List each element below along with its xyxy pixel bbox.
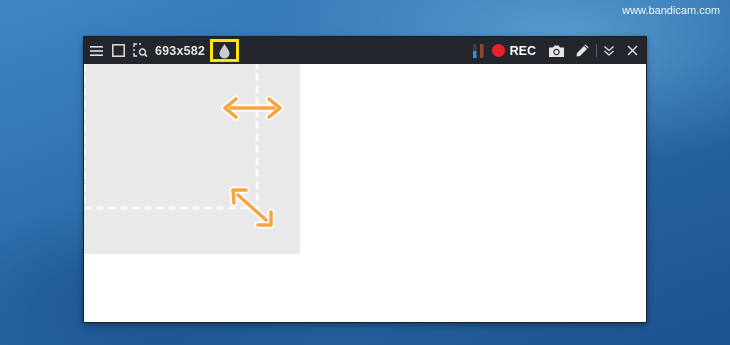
- record-icon: [491, 44, 505, 57]
- record-label: REC: [509, 43, 536, 58]
- chevron-double-down-icon[interactable]: [603, 37, 615, 64]
- toolbar-divider: [596, 44, 597, 57]
- toolbar: 693x582 REC: [84, 37, 646, 64]
- camera-icon[interactable]: [548, 37, 565, 64]
- bandicam-capture-window: 693x582 REC: [83, 36, 647, 323]
- menu-icon[interactable]: [90, 37, 103, 64]
- resize-diagonal-arrow-icon: [229, 186, 275, 229]
- bandicam-watermark: www.bandicam.com: [622, 5, 720, 17]
- water-drop-button[interactable]: [210, 39, 240, 62]
- resize-horizontal-arrow-icon: [221, 95, 284, 121]
- water-drop-icon: [219, 43, 230, 58]
- pencil-icon[interactable]: [575, 37, 590, 64]
- fullscreen-icon[interactable]: [112, 37, 125, 64]
- select-area-icon[interactable]: [133, 37, 148, 64]
- capture-area[interactable]: [84, 64, 646, 322]
- audio-level-icon: [472, 37, 485, 64]
- record-button[interactable]: REC: [491, 43, 536, 58]
- resize-guide-overlay: [84, 64, 284, 229]
- close-icon[interactable]: [627, 37, 638, 64]
- capture-size-label: 693x582: [155, 43, 206, 58]
